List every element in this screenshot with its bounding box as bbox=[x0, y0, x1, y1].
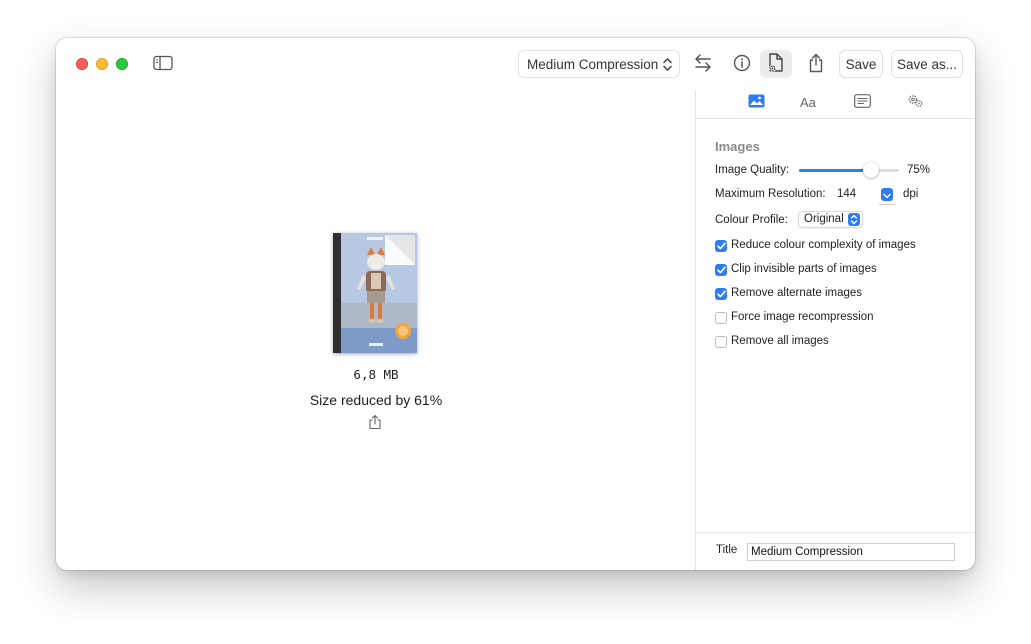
tab-advanced[interactable] bbox=[903, 94, 927, 112]
tab-images[interactable] bbox=[744, 94, 768, 112]
panel-tab-bar: Aa bbox=[696, 90, 975, 119]
option-label[interactable]: Force image recompression bbox=[731, 311, 874, 323]
colour-profile-value: Original bbox=[804, 213, 844, 225]
info-icon bbox=[733, 54, 751, 75]
resolution-dropdown-button[interactable] bbox=[881, 188, 893, 201]
up-down-chevron-icon bbox=[848, 213, 860, 226]
slider-fill bbox=[799, 169, 871, 172]
cover-illustration bbox=[333, 233, 417, 353]
document-settings-button[interactable] bbox=[760, 50, 792, 78]
option-label[interactable]: Remove alternate images bbox=[731, 287, 862, 299]
document-thumbnail bbox=[333, 233, 417, 353]
chevron-down-icon bbox=[883, 186, 891, 204]
image-quality-label: Image Quality: bbox=[715, 164, 790, 176]
swap-arrows-icon bbox=[693, 53, 713, 76]
minimize-window-button[interactable] bbox=[96, 58, 108, 70]
app-window: Medium Compression Save Save as... 6,8 M… bbox=[56, 38, 975, 570]
colour-profile-select[interactable]: Original bbox=[798, 211, 863, 228]
svg-text:Aa: Aa bbox=[800, 95, 817, 108]
size-reduced-label: Size reduced by 61% bbox=[309, 392, 443, 408]
option-label[interactable]: Remove all images bbox=[731, 335, 829, 347]
tab-text[interactable] bbox=[850, 93, 874, 113]
document-gear-icon bbox=[766, 52, 786, 77]
option-checkbox[interactable] bbox=[715, 264, 727, 276]
max-resolution-field[interactable]: 144 bbox=[837, 188, 856, 200]
option-label[interactable]: Reduce colour complexity of images bbox=[731, 239, 916, 251]
sidebar-toggle-icon[interactable] bbox=[153, 55, 173, 71]
slider-knob[interactable] bbox=[863, 162, 879, 178]
gears-icon bbox=[907, 94, 924, 113]
save-button[interactable]: Save bbox=[839, 50, 883, 78]
share-button[interactable] bbox=[800, 50, 832, 78]
image-quality-value: 75% bbox=[907, 164, 931, 176]
title-label: Title bbox=[716, 544, 738, 556]
preset-select[interactable]: Medium Compression bbox=[518, 50, 680, 78]
save-as-button[interactable]: Save as... bbox=[891, 50, 963, 78]
text-icon bbox=[853, 93, 871, 113]
file-size-label: 6,8 MB bbox=[353, 367, 399, 382]
checkmark-icon bbox=[716, 290, 726, 298]
tab-fonts[interactable]: Aa bbox=[797, 94, 821, 112]
max-resolution-label: Maximum Resolution: bbox=[715, 188, 826, 200]
resolution-unit: dpi bbox=[903, 188, 919, 200]
font-icon: Aa bbox=[800, 95, 818, 111]
checkmark-icon bbox=[716, 266, 726, 274]
option-checkbox[interactable] bbox=[715, 336, 727, 348]
share-result-icon[interactable] bbox=[368, 414, 382, 430]
checkmark-icon bbox=[716, 242, 726, 250]
option-checkbox[interactable] bbox=[715, 312, 727, 324]
settings-panel: Aa Images Image Quality: 75% Maximum Res… bbox=[695, 90, 975, 570]
title-input[interactable]: Medium Compression bbox=[747, 543, 955, 561]
info-button[interactable] bbox=[726, 50, 758, 78]
option-checkbox[interactable] bbox=[715, 288, 727, 300]
title-row: Title Medium Compression bbox=[696, 532, 975, 570]
section-title: Images bbox=[715, 139, 760, 154]
resolution-field-underline bbox=[879, 204, 895, 205]
share-icon bbox=[807, 53, 825, 76]
up-down-chevron-icon bbox=[663, 57, 672, 75]
option-checkbox[interactable] bbox=[715, 240, 727, 252]
option-label[interactable]: Clip invisible parts of images bbox=[731, 263, 877, 275]
image-icon bbox=[748, 94, 765, 113]
preset-select-label: Medium Compression bbox=[527, 56, 659, 72]
zoom-window-button[interactable] bbox=[116, 58, 128, 70]
compare-button[interactable] bbox=[687, 50, 719, 78]
close-window-button[interactable] bbox=[76, 58, 88, 70]
colour-profile-label: Colour Profile: bbox=[715, 214, 788, 226]
image-quality-slider[interactable] bbox=[799, 162, 899, 178]
